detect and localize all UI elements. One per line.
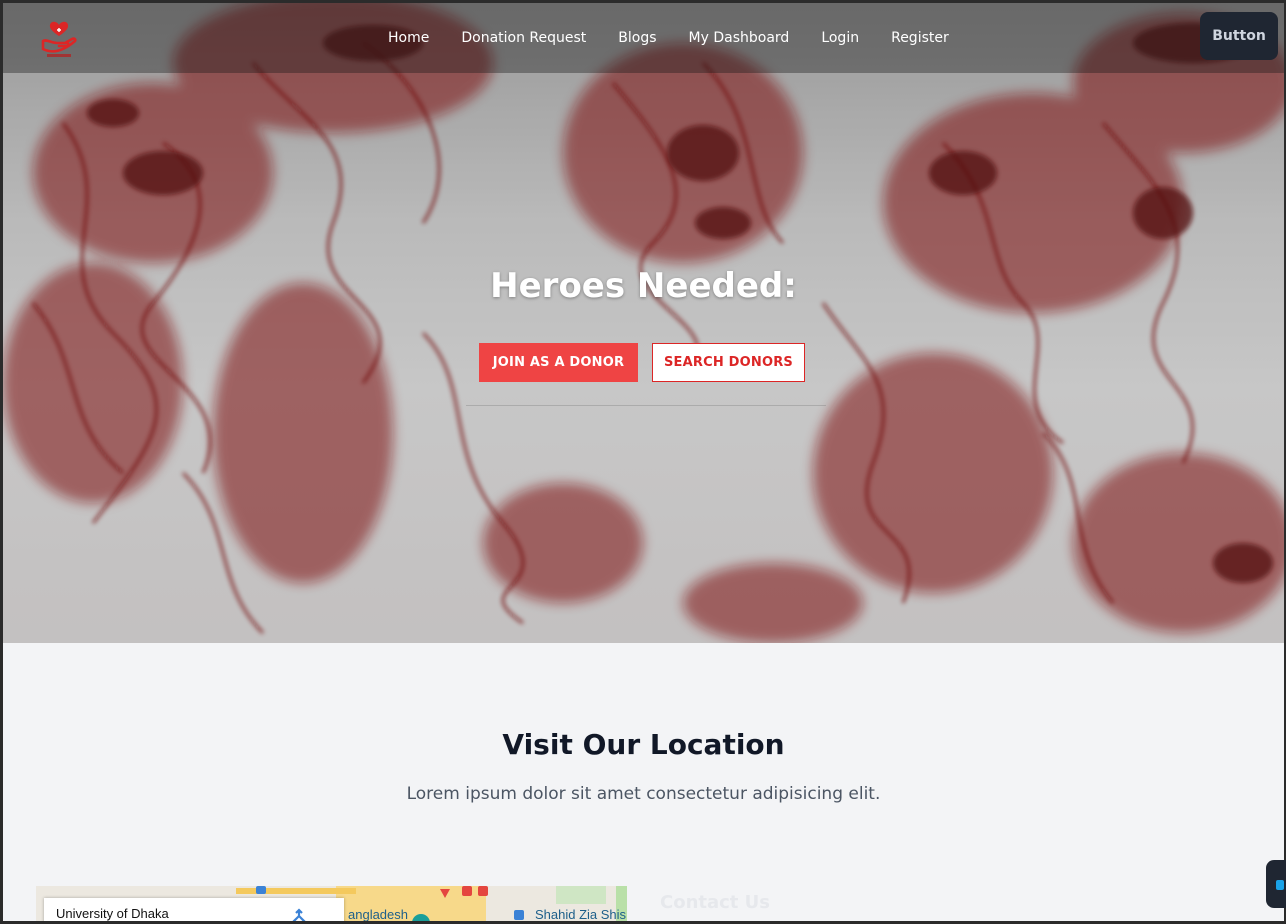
browser-frame: Heroes Needed: JOIN AS A DONOR SEARCH DO… xyxy=(0,0,1286,924)
blood-donation-logo-icon[interactable] xyxy=(39,17,79,61)
hero-section: Heroes Needed: JOIN AS A DONOR SEARCH DO… xyxy=(3,3,1284,643)
hero-overlay xyxy=(3,3,1284,643)
directions-icon[interactable] xyxy=(288,908,310,924)
contact-us-title: Contact Us xyxy=(660,892,771,913)
nav-link-my-dashboard[interactable]: My Dashboard xyxy=(673,30,806,46)
location-title: Visit Our Location xyxy=(502,728,785,761)
location-section: Visit Our Location Lorem ipsum dolor sit… xyxy=(3,644,1284,924)
floating-widget-button[interactable] xyxy=(1266,860,1286,908)
map-place-name: University of Dhaka xyxy=(56,906,169,921)
map-label-bangladesh: angladesh xyxy=(348,907,408,922)
join-as-donor-button[interactable]: JOIN AS A DONOR xyxy=(479,343,638,382)
hero-divider xyxy=(466,405,826,406)
hero-buttons: JOIN AS A DONOR SEARCH DONORS xyxy=(479,343,805,382)
nav-link-login[interactable]: Login xyxy=(805,30,875,46)
navbar: Home Donation Request Blogs My Dashboard… xyxy=(3,3,1284,73)
nav-link-blogs[interactable]: Blogs xyxy=(602,30,672,46)
nav-links: Home Donation Request Blogs My Dashboard… xyxy=(372,3,965,73)
location-map[interactable]: University of Dhaka angladesh Shahid Zia… xyxy=(36,886,627,924)
location-subtitle: Lorem ipsum dolor sit amet consectetur a… xyxy=(406,784,881,804)
widget-icon xyxy=(1276,880,1284,890)
map-place-card[interactable]: University of Dhaka xyxy=(44,898,344,924)
nav-link-donation-request[interactable]: Donation Request xyxy=(445,30,602,46)
nav-link-register[interactable]: Register xyxy=(875,30,965,46)
search-donors-button[interactable]: SEARCH DONORS xyxy=(652,343,805,382)
map-label-shahid-zia: Shahid Zia Shis xyxy=(535,907,627,922)
nav-action-button[interactable]: Button xyxy=(1200,12,1278,60)
hero-title: Heroes Needed: xyxy=(490,266,797,306)
nav-link-home[interactable]: Home xyxy=(372,30,445,46)
